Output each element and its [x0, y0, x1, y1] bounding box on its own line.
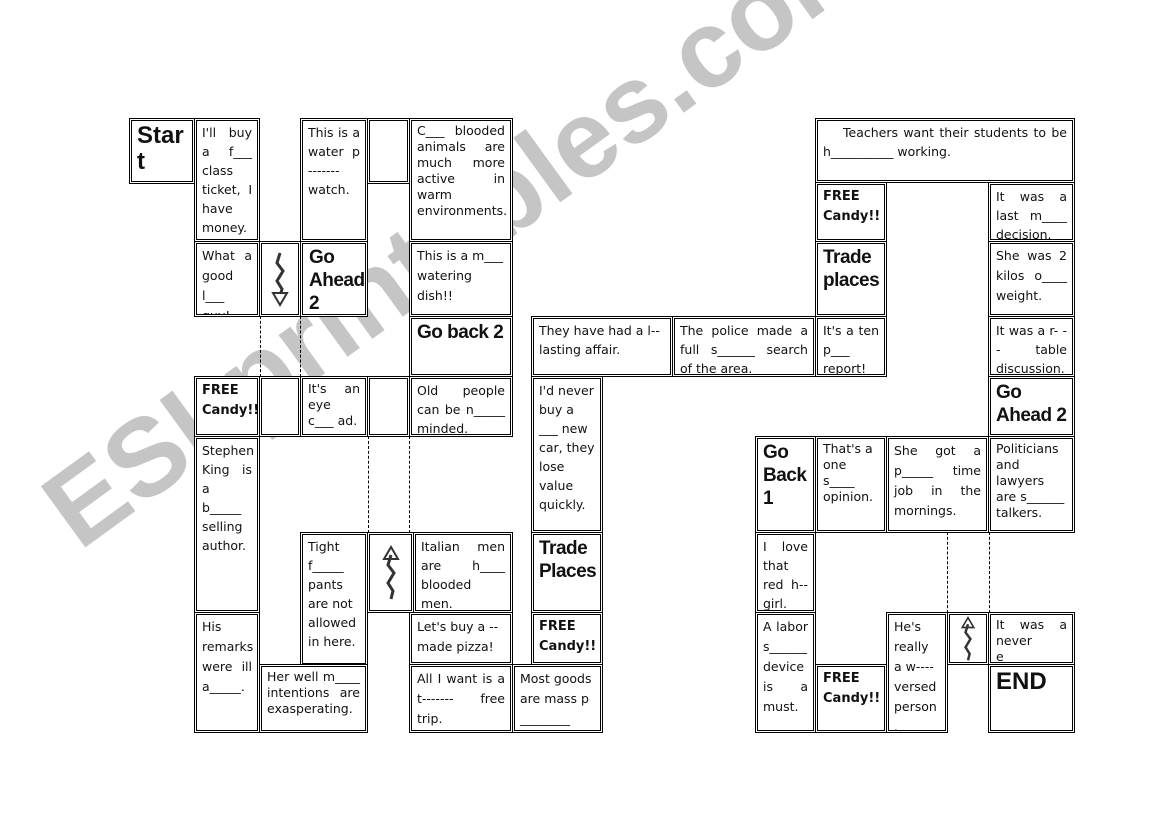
dashed-line [989, 532, 990, 613]
go-back-square: Go Back 1 [755, 436, 816, 533]
dashed-line [368, 436, 369, 533]
free-candy-square: FREE Candy!! [815, 182, 887, 242]
board-square: A labor s______ device is a must. [755, 612, 816, 733]
free-candy-square: FREE Candy!! [815, 664, 887, 733]
board-square: It was a r- -- table discussion. [988, 316, 1075, 377]
board-square: I'd never buy a ___ new car, they lose v… [531, 376, 603, 533]
trade-places-square: Trade Places [531, 532, 603, 613]
board-square: She got a p_____ time job in the morning… [886, 436, 989, 533]
board-square: It's a ten p___ report! [815, 316, 887, 377]
board-square: What a good l___ guy! [194, 241, 260, 317]
dashed-line [947, 532, 948, 613]
board-square: Her well m____ intentions are exasperati… [259, 664, 368, 733]
end-square: END [988, 664, 1075, 733]
board-square: It's an eye c___ ad. [300, 376, 368, 437]
arrow-up-icon [947, 612, 989, 665]
arrow-down-icon [259, 241, 301, 317]
go-ahead-square: Go Ahead 2 [300, 241, 368, 317]
free-candy-square: FREE Candy!! [194, 376, 260, 437]
go-ahead-square: Go Ahead 2 [988, 376, 1075, 437]
board-square: It was a last m____ decision. [988, 182, 1075, 242]
dashed-line [300, 316, 301, 377]
board-square: Politicians and lawyers are s______ talk… [988, 436, 1075, 533]
board-square: She was 2 kilos o____ weight. [988, 241, 1075, 317]
board-square: The police made a full s______ search of… [672, 316, 816, 377]
board-square [259, 376, 301, 437]
board-square: C___ blooded animals are much more activ… [409, 118, 513, 242]
board-square: They have had a l-- lasting affair. [531, 316, 673, 377]
board-square: Italian men are h____ blooded men. [413, 532, 513, 613]
board-square [367, 376, 410, 437]
board-square: Stephen King is a b_____ selling author. [194, 436, 260, 613]
board-square: Let's buy a -- made pizza! [409, 612, 513, 665]
board-square: I love that red h-- girl. [755, 532, 816, 613]
board-square: Tight f_____ pants are not allowed in he… [300, 532, 368, 666]
board-square: That's a one s____ opinion. [815, 436, 887, 533]
board-square: I'll buy a f___ class ticket, I have mon… [194, 118, 260, 242]
board-square: Teachers want their students to be h____… [815, 118, 1075, 183]
dashed-line [260, 316, 261, 377]
board-game-worksheet: ESLprintables.com Star t I'll buy a f___… [0, 0, 1169, 821]
board-square: He's really a w---- versed person . [886, 612, 948, 733]
trade-places-square: Trade places [815, 241, 887, 317]
board-square: All I want is a t------- free trip. [409, 664, 513, 733]
start-square: Star t [129, 118, 195, 184]
board-square: This is a water p ------- watch. [300, 118, 368, 242]
go-back-square: Go back 2 [409, 316, 513, 377]
board-square: Most goods are mass p ________ [512, 664, 603, 733]
free-candy-square: FREE Candy!! [531, 612, 603, 665]
board-square: This is a m___ watering dish!! [409, 241, 513, 317]
board-square: It was a never e____ argument. [988, 612, 1075, 665]
dashed-line [409, 436, 410, 533]
board-square: Old people can be n_____ minded. [409, 376, 513, 437]
board-square [367, 118, 410, 184]
board-square: His remarks were ill a_____. [194, 612, 260, 733]
arrow-up-icon [367, 532, 414, 613]
